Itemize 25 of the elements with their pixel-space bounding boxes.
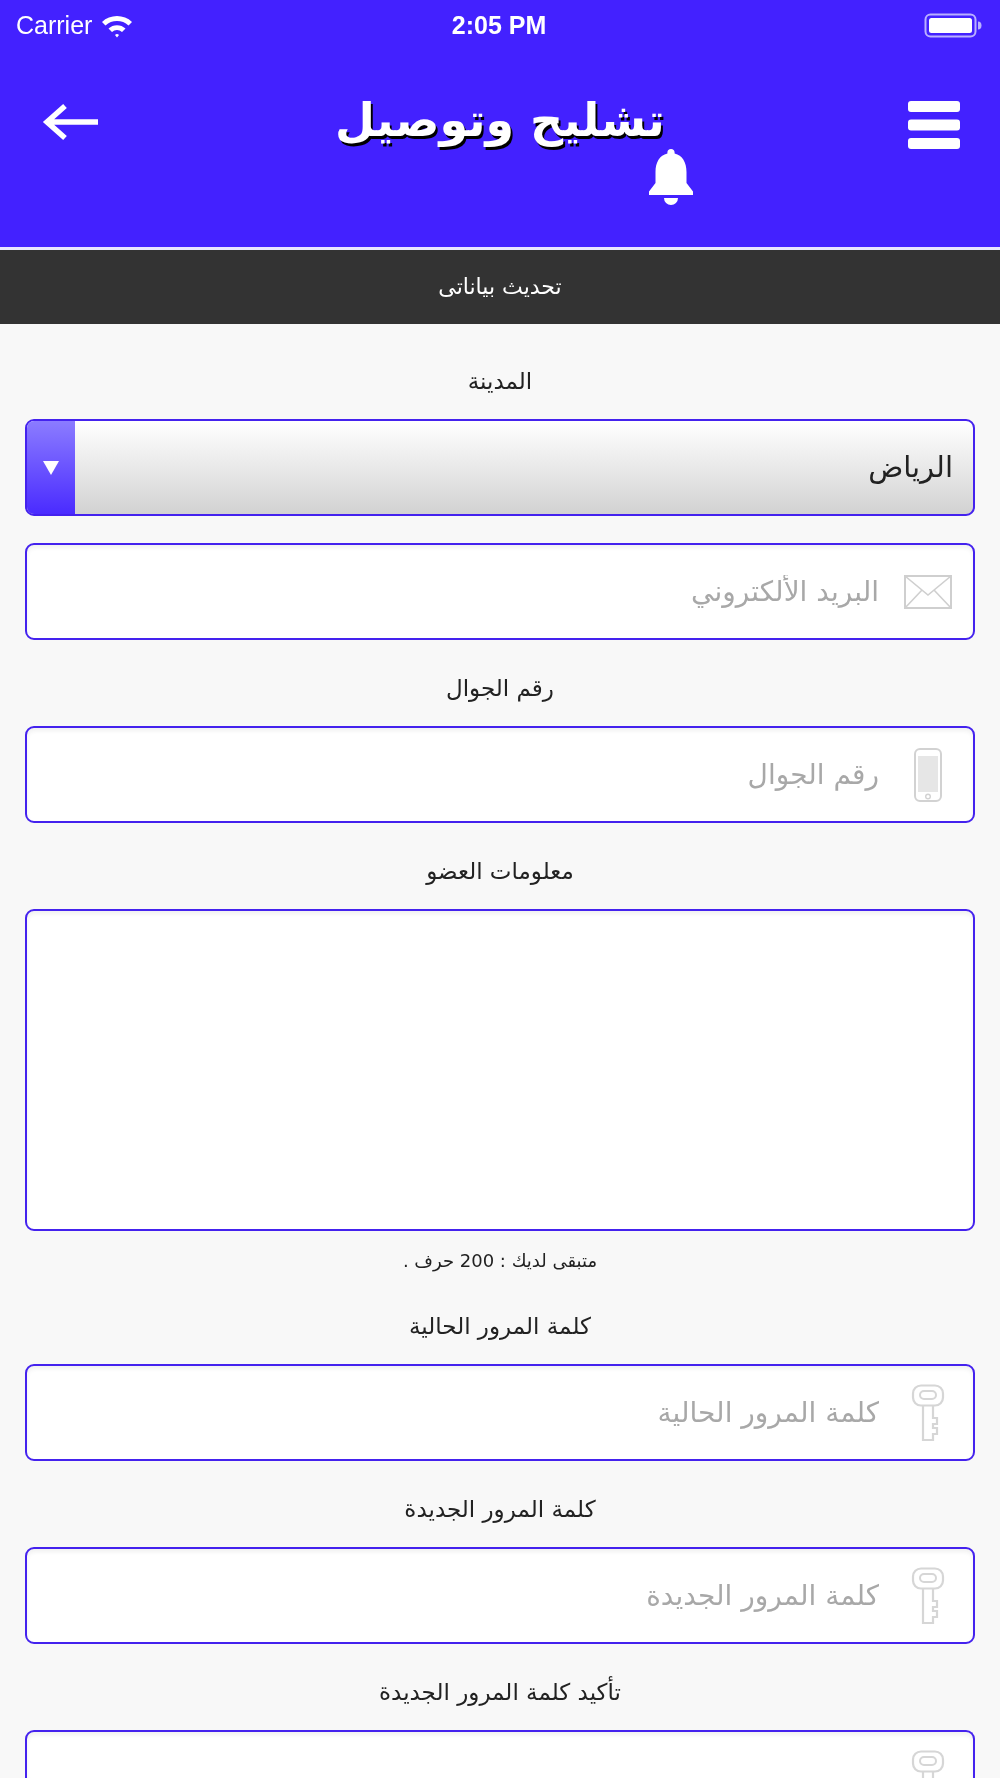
menu-icon[interactable] [908, 101, 960, 149]
left-arrow-icon[interactable] [40, 102, 100, 142]
password-field[interactable]: كلمة المرور الحالية [25, 1364, 975, 1461]
dropdown[interactable]: الرياض [25, 419, 975, 516]
carrier-name: Carrier [16, 12, 93, 38]
status-time: 2:05 PM [451, 12, 547, 38]
field-label: رقم الجوال [445, 674, 555, 704]
field-label: كلمة المرور الحالية [408, 1312, 592, 1342]
password-field[interactable]: كلمة المرور الجديدة [25, 1547, 975, 1644]
character-counter: متبقى لديك : 200 حرف . [401, 1249, 599, 1274]
password-field[interactable] [25, 1730, 975, 1778]
field-label: كلمة المرور الجديدة [403, 1495, 597, 1525]
app-title: تشليح وتوصيل [335, 92, 665, 149]
field-label: معلومات العضو [424, 857, 575, 887]
page-title: تحديث بياناتى [438, 273, 562, 301]
email-field[interactable]: البريد الألكتروني [25, 543, 975, 640]
key-icon [911, 1566, 945, 1625]
phone-icon [914, 747, 942, 802]
field-label: المدينة [466, 367, 534, 396]
envelope-icon [904, 574, 952, 609]
caret-icon [43, 460, 59, 475]
key-icon [911, 1383, 945, 1442]
field-label: تأكيد كلمة المرور الجديدة [25, 1674, 975, 1710]
battery-icon [924, 12, 982, 38]
phone-field[interactable]: رقم الجوال [25, 726, 975, 823]
